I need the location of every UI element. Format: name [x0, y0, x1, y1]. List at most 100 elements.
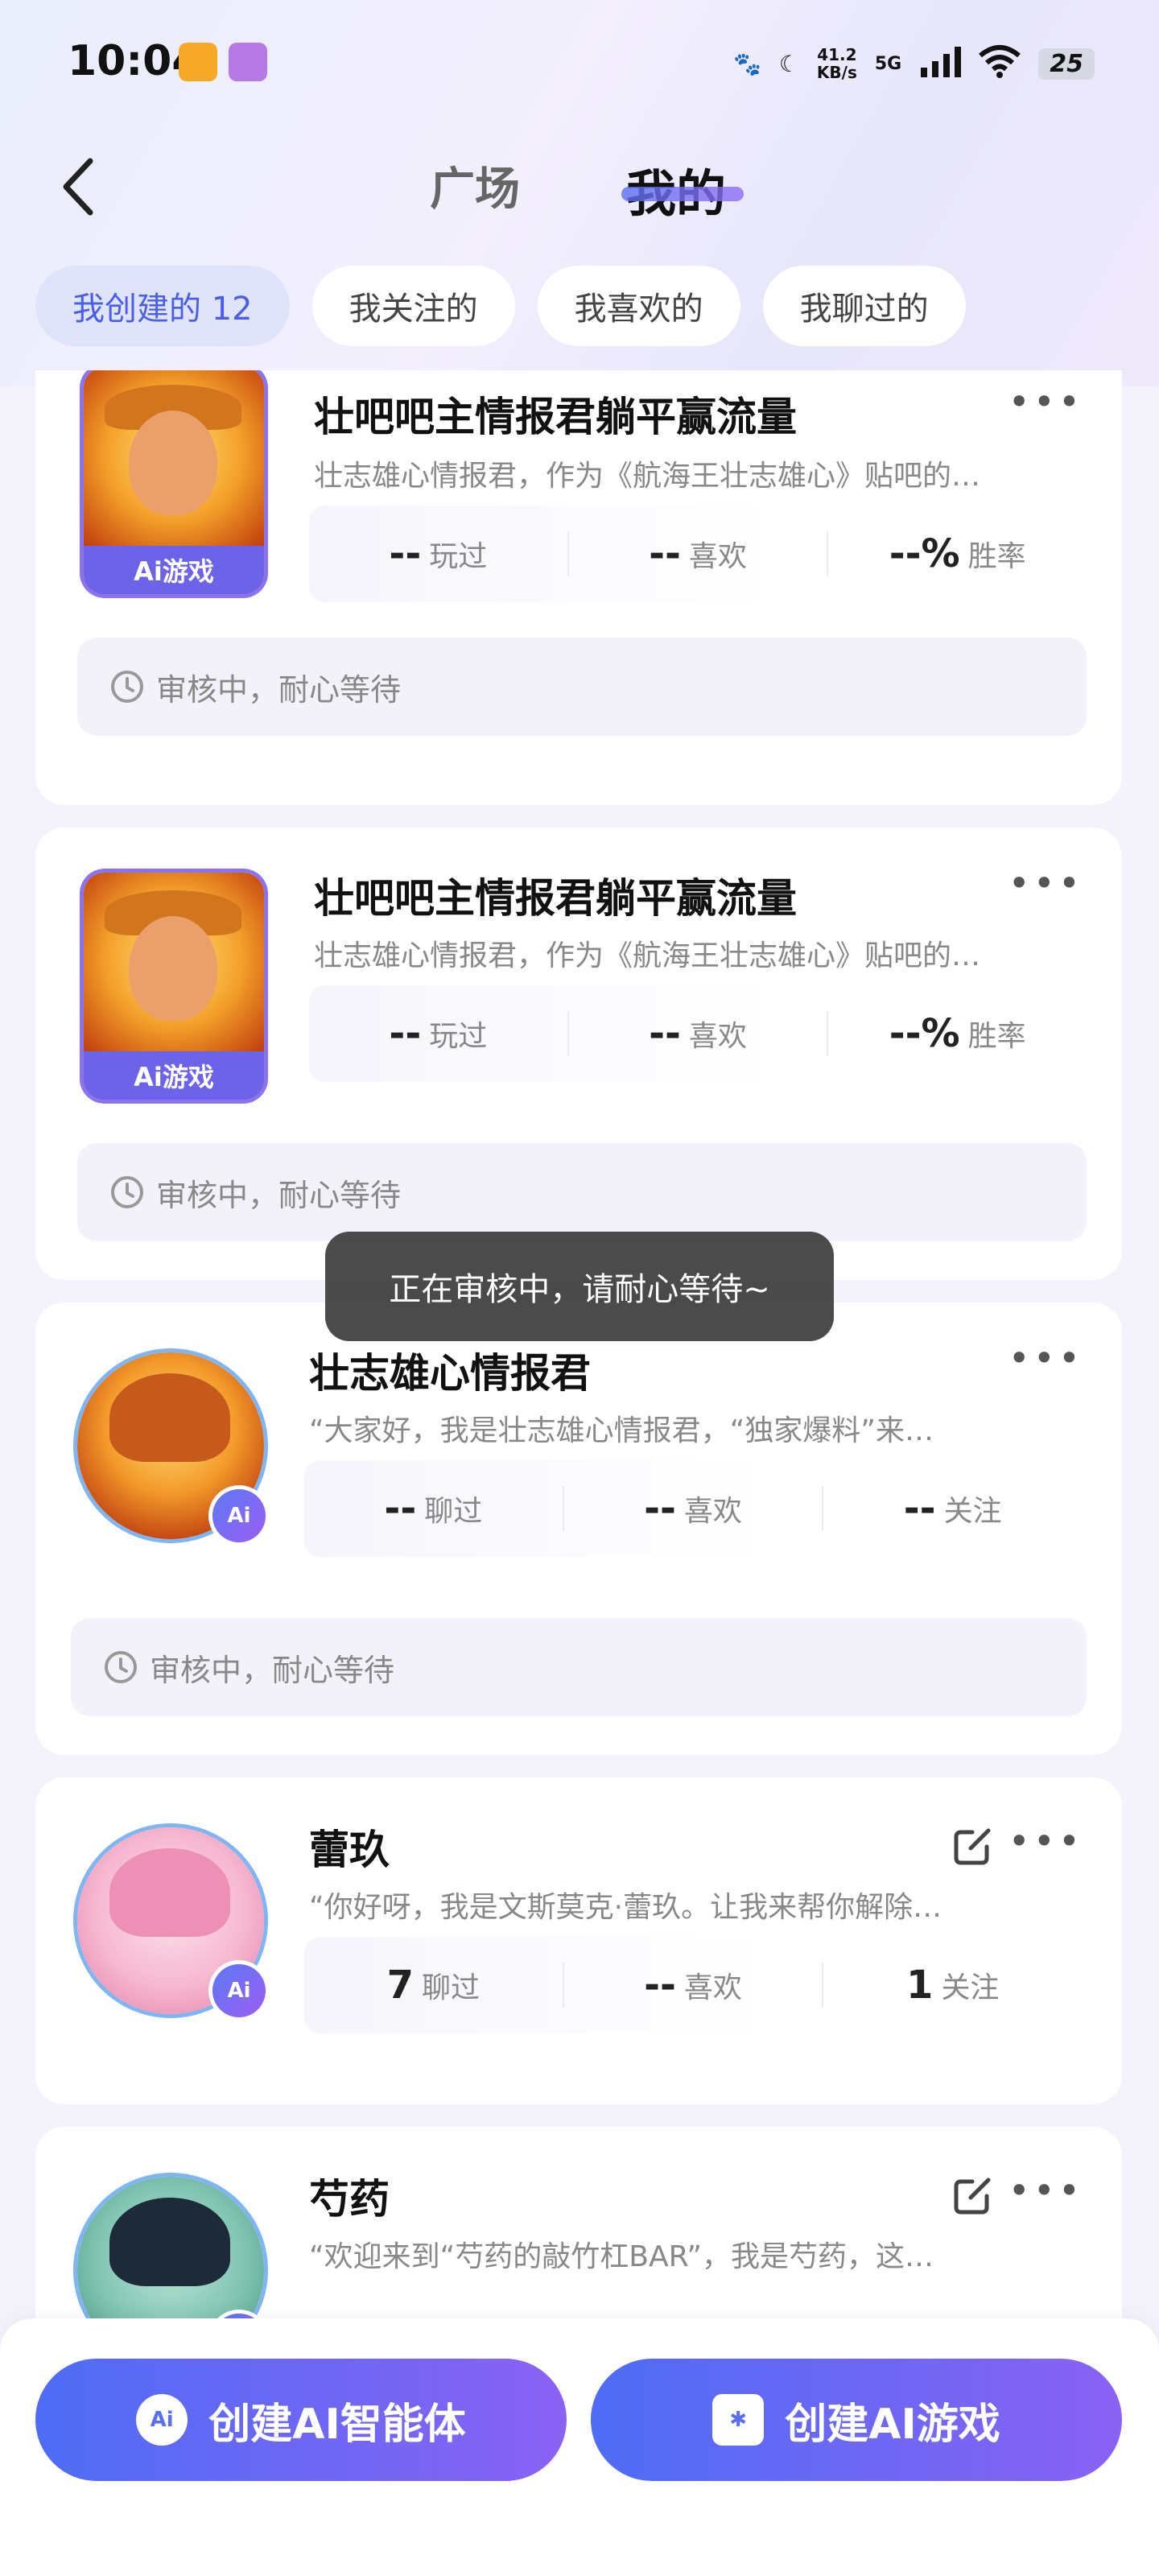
stat-value: --: [389, 531, 422, 576]
notification-app-icon: [229, 43, 267, 81]
clock-icon: [105, 1651, 137, 1683]
create-game-button[interactable]: ✱ 创建AI游戏: [591, 2359, 1122, 2481]
card-description: 壮志雄心情报君，作为《航海王壮志雄心》贴吧的…: [314, 939, 981, 972]
tab-square[interactable]: 广场: [430, 153, 520, 218]
more-icon[interactable]: •••: [1008, 861, 1083, 905]
filter-chatted[interactable]: 我聊过的: [762, 266, 966, 346]
game-sparkle-icon: ✱: [712, 2394, 765, 2446]
create-agent-label: 创建AI智能体: [208, 2400, 466, 2449]
review-text: 审核中，耐心等待: [156, 671, 402, 708]
back-arrow-icon: [63, 158, 93, 216]
stat-value: --: [384, 1486, 417, 1531]
stat-label: 关注: [941, 1971, 1000, 2004]
stat-label: 胜率: [967, 1020, 1026, 1053]
review-status: 审核中，耐心等待: [77, 1143, 1087, 1241]
active-tab-indicator: [621, 187, 744, 201]
review-status: 审核中，耐心等待: [77, 638, 1087, 736]
stat-winrate: --% 胜率: [828, 1011, 1087, 1056]
created-list[interactable]: Ai游戏 壮吧吧主情报君躺平赢流量 ••• 壮志雄心情报君，作为《航海王壮志雄心…: [35, 370, 1122, 2318]
edit-icon[interactable]: [951, 1823, 996, 1868]
stat-liked: -- 喜欢: [569, 531, 829, 576]
stat-label: 玩过: [429, 540, 488, 573]
list-item[interactable]: Ai 蕾玖 ••• “你好呀，我是文斯莫克·蕾玖。让我来帮你解除… 7 聊过 --…: [35, 1777, 1122, 2104]
cover-art: [129, 411, 217, 515]
game-cover: Ai游戏: [84, 873, 264, 1100]
top-nav: 广场 我的: [0, 137, 1159, 233]
stat-liked: -- 喜欢: [564, 1963, 824, 2008]
net-speed: 41.2 KB/s: [817, 46, 857, 81]
ai-badge-icon: Ai: [212, 1489, 266, 1542]
signal-icon: [919, 45, 962, 83]
stat-played: -- 玩过: [309, 531, 569, 576]
stat-winrate: --% 胜率: [828, 531, 1087, 576]
net-speed-value: 41.2: [817, 45, 857, 64]
stat-label: 喜欢: [688, 540, 747, 573]
stat-liked: -- 喜欢: [564, 1486, 824, 1531]
more-icon[interactable]: •••: [1008, 2169, 1083, 2212]
stat-value: 7: [386, 1963, 415, 2008]
net-speed-unit: KB/s: [816, 63, 857, 82]
card-title: 壮志雄心情报君: [309, 1350, 591, 1397]
list-item[interactable]: Ai 芍药 ••• “欢迎来到“芍药的敲竹杠BAR”，我是芍药，这…: [35, 2127, 1122, 2318]
card-title: 壮吧吧主情报君躺平赢流量: [314, 394, 797, 440]
stat-label: 聊过: [422, 1971, 481, 2004]
stat-followers: -- 关注: [823, 1486, 1082, 1531]
card-description: 壮志雄心情报君，作为《航海王壮志雄心》贴吧的…: [314, 460, 981, 493]
stat-value: --: [649, 531, 681, 576]
more-icon[interactable]: •••: [1008, 380, 1083, 423]
avatar: [77, 2177, 264, 2318]
stat-liked: -- 喜欢: [569, 1011, 829, 1056]
stat-value: --%: [889, 531, 960, 576]
list-item[interactable]: Ai游戏 壮吧吧主情报君躺平赢流量 ••• 壮志雄心情报君，作为《航海王壮志雄心…: [35, 370, 1122, 805]
ai-badge-icon: Ai: [212, 1964, 266, 2017]
filter-liked[interactable]: 我喜欢的: [537, 266, 740, 346]
card-stats: -- 聊过 -- 喜欢 -- 关注: [304, 1460, 1082, 1557]
cover-art: [129, 916, 217, 1021]
clock-icon: [111, 1176, 143, 1208]
status-bar: 10:04 🐾 ☾ 41.2 KB/s 5G 25: [0, 0, 1159, 121]
moon-icon: ☾: [778, 50, 799, 77]
card-description: “欢迎来到“芍药的敲竹杠BAR”，我是芍药，这…: [309, 2240, 934, 2273]
stat-label: 喜欢: [683, 1495, 742, 1528]
stat-chatted: -- 聊过: [304, 1486, 564, 1531]
paw-icon: 🐾: [732, 50, 761, 77]
more-icon[interactable]: •••: [1008, 1819, 1083, 1863]
card-title: 芍药: [309, 2176, 390, 2223]
filter-created[interactable]: 我创建的 12: [35, 266, 290, 346]
review-toast: 正在审核中，请耐心等待~: [325, 1232, 834, 1341]
create-game-label: 创建AI游戏: [785, 2400, 1000, 2449]
stat-value: 1: [905, 1963, 934, 2008]
avatar-art: [109, 1373, 230, 1462]
cover-label: Ai游戏: [84, 1051, 264, 1100]
card-stats: -- 玩过 -- 喜欢 --% 胜率: [309, 985, 1087, 1082]
back-button[interactable]: [53, 155, 109, 219]
card-stats: -- 玩过 -- 喜欢 --% 胜率: [309, 506, 1087, 602]
list-item[interactable]: Ai 壮志雄心情报君 ••• “大家好，我是壮志雄心情报君，“独家爆料”来… -…: [35, 1302, 1122, 1755]
stat-value: --%: [889, 1011, 960, 1056]
card-description: “大家好，我是壮志雄心情报君，“独家爆料”来…: [309, 1414, 934, 1447]
notification-app-icon: [179, 43, 217, 81]
stat-label: 关注: [943, 1495, 1002, 1528]
review-text: 审核中，耐心等待: [150, 1652, 395, 1688]
avatar-art: [109, 2198, 230, 2286]
review-status: 审核中，耐心等待: [71, 1618, 1087, 1716]
stat-value: --: [649, 1011, 681, 1056]
card-stats: 7 聊过 -- 喜欢 1 关注: [304, 1937, 1082, 2033]
stat-value: --: [644, 1963, 676, 2008]
game-cover: Ai游戏: [84, 370, 264, 594]
stat-value: --: [903, 1486, 936, 1531]
card-description: “你好呀，我是文斯莫克·蕾玖。让我来帮你解除…: [309, 1891, 942, 1924]
create-agent-button[interactable]: Ai 创建AI智能体: [35, 2359, 567, 2481]
more-icon[interactable]: •••: [1008, 1336, 1083, 1380]
stat-followers: 1 关注: [823, 1963, 1082, 2008]
cover-label: Ai游戏: [84, 546, 264, 594]
clock-icon: [111, 671, 143, 703]
list-item[interactable]: Ai游戏 壮吧吧主情报君躺平赢流量 ••• 壮志雄心情报君，作为《航海王壮志雄心…: [35, 828, 1122, 1280]
filter-following[interactable]: 我关注的: [311, 266, 515, 346]
ai-agent-icon: Ai: [136, 2394, 188, 2446]
stat-label: 玩过: [429, 1020, 488, 1053]
stat-value: --: [644, 1486, 676, 1531]
wifi-icon: [979, 44, 1021, 84]
stat-label: 喜欢: [688, 1020, 747, 1053]
edit-icon[interactable]: [951, 2172, 996, 2217]
